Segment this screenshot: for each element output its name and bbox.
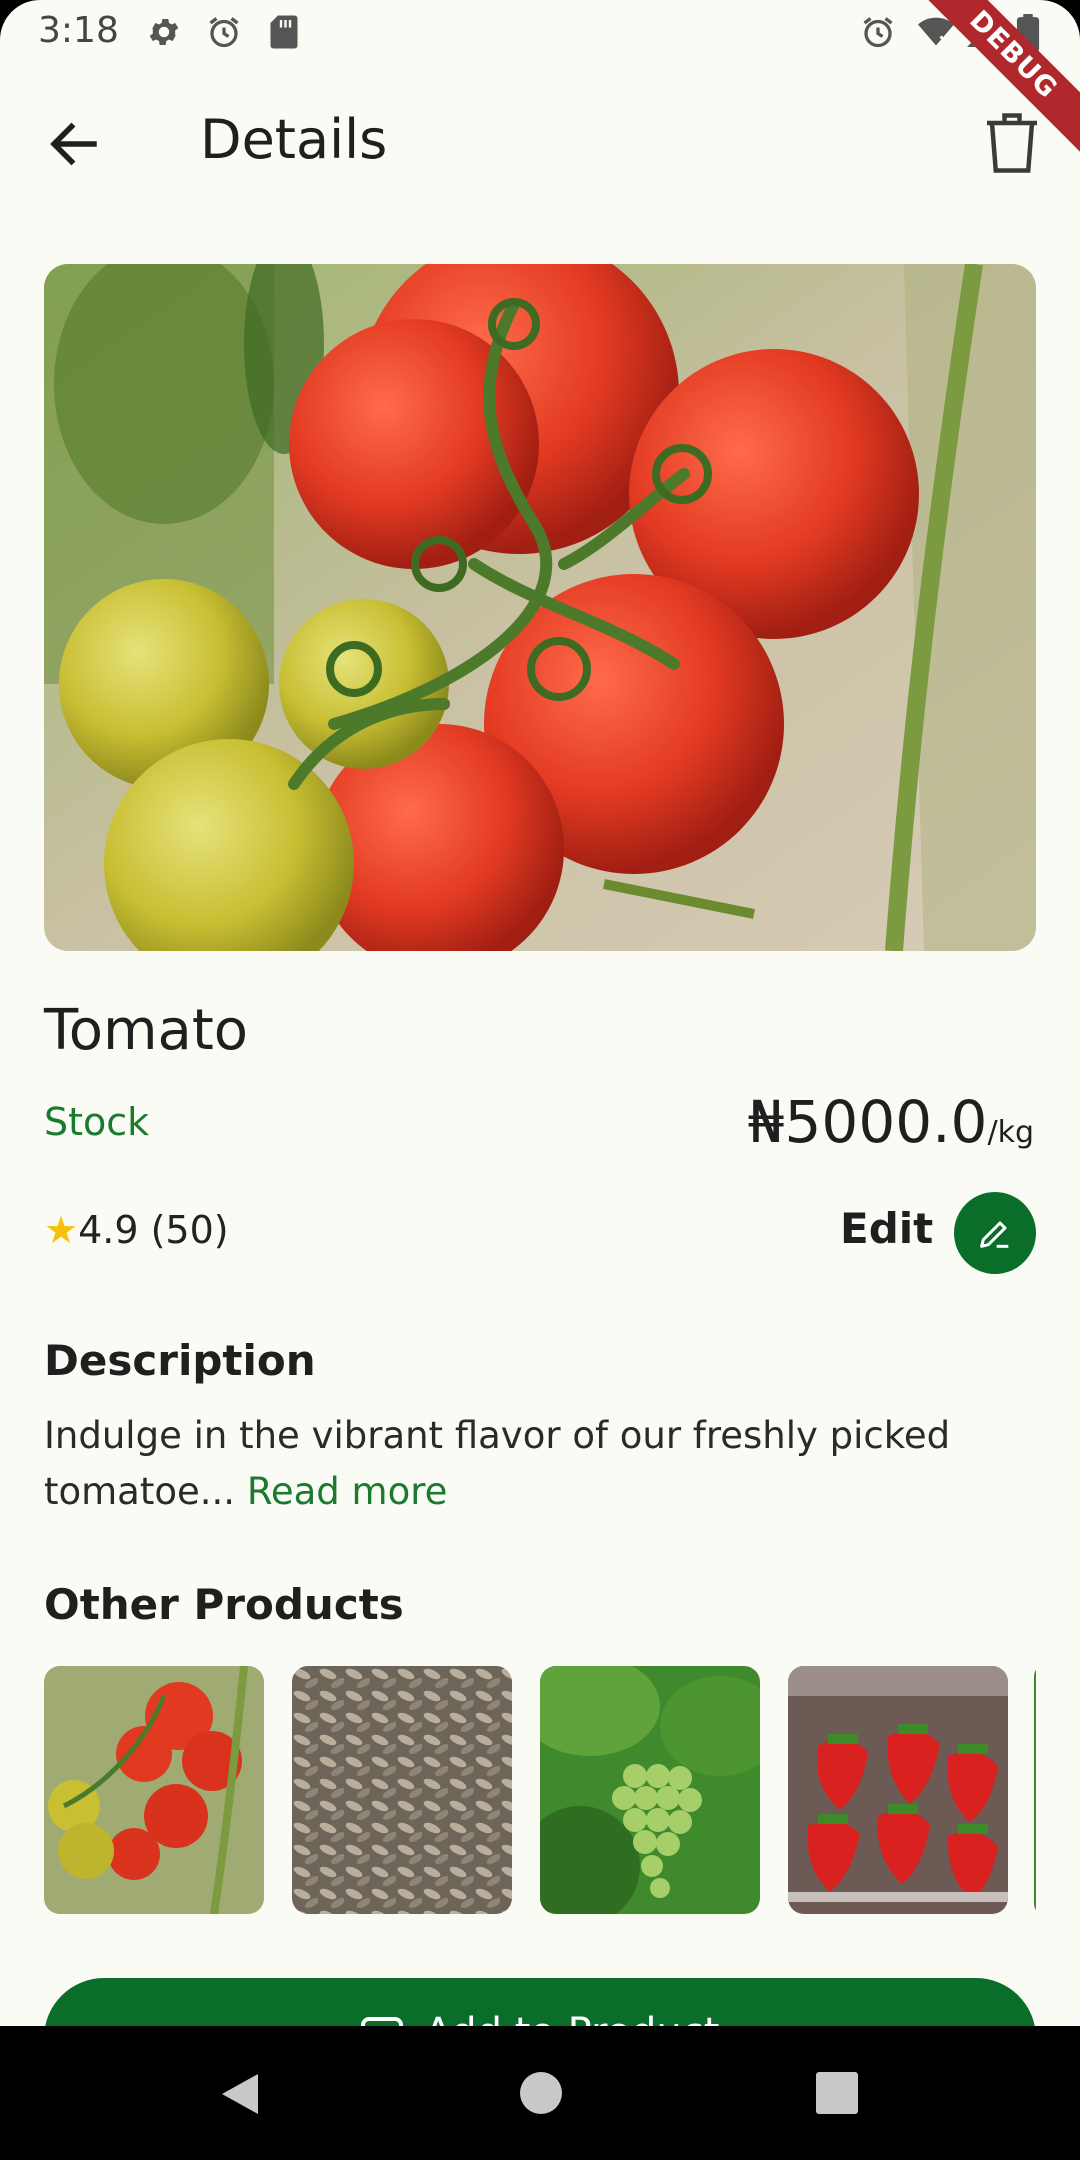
add-product-label: Add to Product <box>425 2010 720 2026</box>
description-body: Indulge in the vibrant flavor of our fre… <box>44 1414 951 1513</box>
product-thumb-partial[interactable] <box>1034 1666 1036 1914</box>
edit-label[interactable]: Edit <box>840 1204 933 1253</box>
product-price: ₦5000.0/kg <box>748 1088 1034 1156</box>
nav-back-icon[interactable] <box>218 2070 262 2118</box>
alarm-icon <box>863 17 893 48</box>
product-thumb-seeds[interactable] <box>292 1666 512 1914</box>
product-rating: ★4.9 (50) <box>44 1208 229 1252</box>
status-time: 3:18 <box>38 10 119 51</box>
add-icon <box>360 2017 403 2026</box>
product-thumb-strawberries[interactable] <box>788 1666 1008 1914</box>
description-text: Indulge in the vibrant flavor of our fre… <box>44 1408 1044 1520</box>
read-more-link[interactable]: Read more <box>247 1470 448 1513</box>
nav-recents-icon[interactable] <box>816 2072 858 2114</box>
product-thumb-grapes[interactable] <box>540 1666 760 1914</box>
add-product-button[interactable]: Add to Product <box>44 1978 1036 2026</box>
pencil-icon <box>980 1221 1009 1248</box>
status-bar: 3:18 DEBUG <box>0 0 1080 173</box>
stock-label: Stock <box>44 1100 150 1144</box>
rating-value: 4.9 (50) <box>78 1208 229 1252</box>
gear-icon <box>149 18 179 46</box>
screen: 3:18 DEBUG Details Tomato Stock ₦5000.0/… <box>0 0 1080 2026</box>
other-products-list <box>44 1666 1036 1914</box>
price-unit: /kg <box>987 1115 1034 1150</box>
alarm-icon <box>209 17 239 48</box>
star-icon: ★ <box>44 1208 79 1252</box>
app-bar: Details <box>0 66 1080 216</box>
description-heading: Description <box>44 1336 316 1385</box>
product-thumb-tomato[interactable] <box>44 1666 264 1914</box>
edit-button[interactable] <box>954 1192 1036 1274</box>
price-amount: ₦5000.0 <box>747 1088 988 1156</box>
arrow-left-icon[interactable] <box>44 114 104 174</box>
other-products-heading: Other Products <box>44 1580 404 1629</box>
sd-card-icon <box>270 15 298 49</box>
nav-home-icon[interactable] <box>520 2072 562 2114</box>
product-name: Tomato <box>44 998 249 1063</box>
system-nav-bar <box>0 2026 1080 2160</box>
trash-icon[interactable] <box>982 110 1042 176</box>
product-image <box>44 264 1036 951</box>
page-title: Details <box>200 108 388 171</box>
